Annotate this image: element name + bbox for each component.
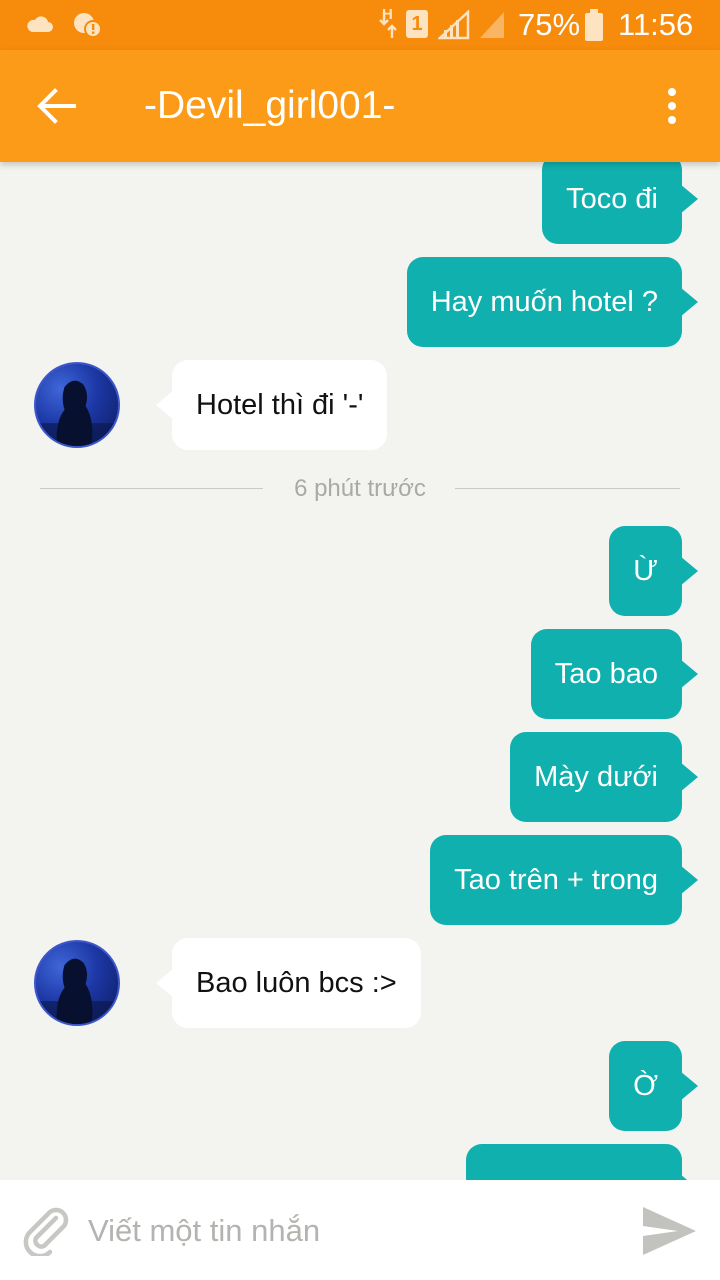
cloud-icon [27, 16, 53, 32]
message-outgoing[interactable]: Hay muốn hotel ? [406, 257, 699, 347]
back-arrow-icon[interactable] [36, 88, 76, 124]
network-type-label: H [382, 6, 393, 23]
message-outgoing[interactable]: Tao trên + trong [430, 835, 698, 925]
timestamp-label: 6 phút trước [294, 475, 426, 502]
avatar[interactable] [34, 362, 120, 448]
message-outgoing[interactable]: Ờ [609, 1041, 698, 1131]
status-bar: H 1 75% 11:56 [0, 0, 720, 50]
send-icon[interactable] [640, 1204, 698, 1258]
signal-icon [438, 10, 470, 40]
battery-icon [585, 9, 603, 41]
signal-icon-sim2 [480, 12, 504, 38]
conversation-list[interactable]: Toco đi Hay muốn hotel ? Hotel thì đi '-… [0, 162, 720, 1180]
message-outgoing[interactable]: Toco đi [542, 162, 698, 244]
message-input[interactable] [86, 1202, 610, 1260]
more-vert-icon[interactable] [662, 86, 682, 126]
message-outgoing[interactable]: Tao bao [530, 629, 699, 719]
message-outgoing[interactable]: Mày dưới [510, 732, 698, 822]
message-incoming[interactable]: Bao luôn bcs :> [156, 938, 421, 1028]
compose-bar [0, 1180, 720, 1280]
conversation-title: -Devil_girl001- [144, 84, 396, 127]
clock: 11:56 [618, 7, 694, 42]
message-outgoing-partial[interactable] [466, 1144, 698, 1180]
avatar[interactable] [34, 940, 120, 1026]
message-outgoing[interactable]: Ừ [609, 526, 698, 616]
message-incoming[interactable]: Hotel thì đi '-' [155, 360, 388, 450]
alert-message-icon [74, 13, 102, 38]
battery-percent: 75% [518, 7, 581, 42]
time-divider: 6 phút trước [40, 474, 680, 504]
attach-icon[interactable] [20, 1204, 72, 1256]
sim-slot-badge: 1 [406, 10, 428, 38]
app-bar: -Devil_girl001- [0, 50, 720, 162]
